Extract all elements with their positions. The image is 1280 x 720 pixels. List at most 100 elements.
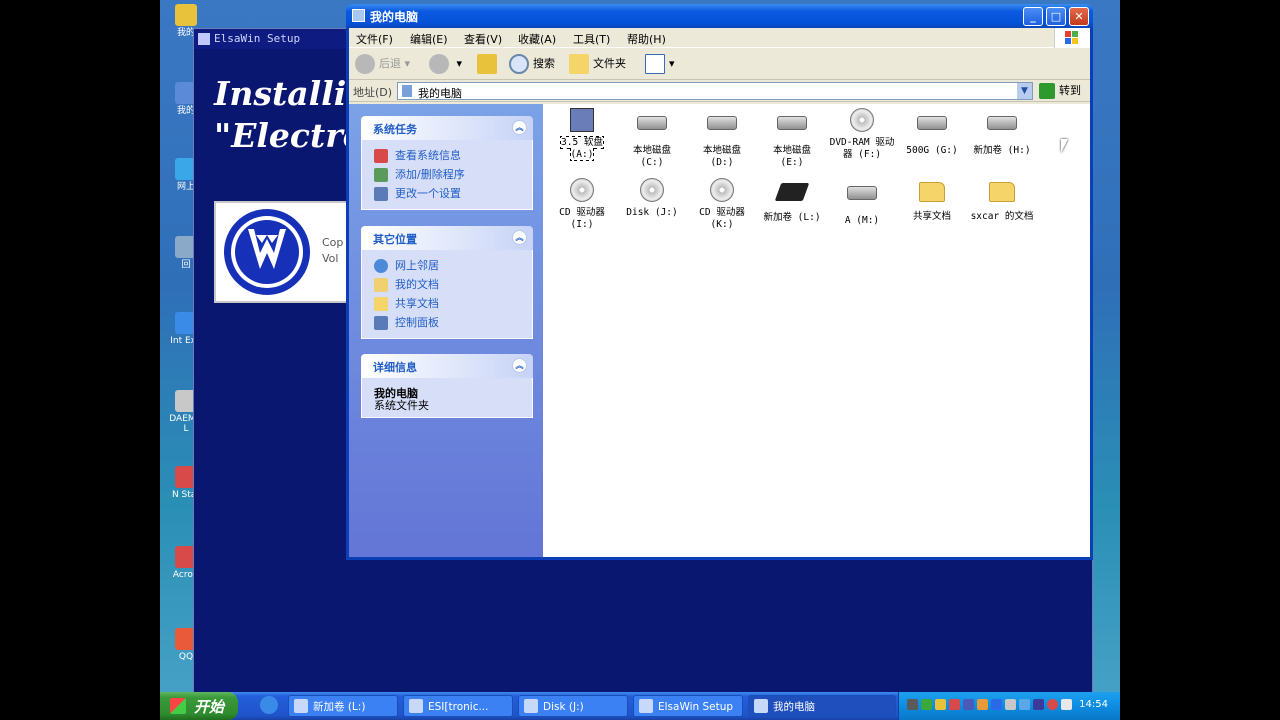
drive-item[interactable]: 3.5 软盘 (A:) [549, 108, 615, 161]
go-button[interactable]: 转到 [1039, 82, 1081, 100]
control-panel-link[interactable]: 控制面板 [374, 313, 532, 332]
explorer-titlebar[interactable]: 我的电脑 _ □ ✕ [346, 4, 1093, 28]
system-tasks-header[interactable]: 系统任务 ︽ [361, 116, 533, 140]
ie-quicklaunch-icon[interactable] [260, 696, 278, 714]
volume-icon[interactable] [1061, 699, 1072, 710]
taskbar-button[interactable]: 新加卷 (L:) [288, 695, 398, 717]
drive-icon [969, 116, 1035, 142]
drive-item[interactable]: CD 驱动器 (K:) [689, 178, 755, 231]
elsawin-title: ElsaWin Setup [214, 32, 301, 45]
search-button[interactable]: 搜索 [509, 53, 555, 75]
drive-item[interactable]: A (M:) [829, 178, 895, 227]
mouse-cursor [1061, 139, 1068, 153]
collapse-chevron-icon[interactable]: ︽ [512, 358, 527, 373]
menu-view[interactable]: 查看(V) [464, 31, 502, 47]
network-places-link[interactable]: 网上邻居 [374, 256, 532, 275]
drive-item[interactable]: 共享文档 [899, 178, 965, 223]
details-header[interactable]: 详细信息 ︽ [361, 354, 533, 378]
drive-label: 3.5 软盘 (A:) [560, 136, 604, 161]
link-label: 控制面板 [395, 316, 439, 329]
drive-item[interactable]: 本地磁盘 (D:) [689, 108, 755, 169]
computer-icon [352, 9, 365, 22]
desktop-app-icon [175, 4, 197, 26]
network-icon [374, 259, 388, 273]
minimize-button[interactable]: _ [1023, 7, 1043, 26]
taskbar-button[interactable]: 我的电脑 [748, 695, 896, 717]
folders-button[interactable]: 文件夹 [569, 53, 626, 75]
control-panel-icon [374, 316, 388, 330]
drive-label: A (M:) [844, 215, 880, 226]
forward-arrow-icon [429, 54, 449, 74]
maximize-button[interactable]: □ [1046, 7, 1066, 26]
toolbar: 后退 ▾ ▾ 搜索 文件夹 ▾ [349, 48, 1090, 80]
collapse-chevron-icon[interactable]: ︽ [512, 230, 527, 245]
drive-item[interactable]: 新加卷 (L:) [759, 178, 825, 224]
add-remove-icon [374, 168, 388, 182]
cd-icon [689, 178, 755, 204]
go-label: 转到 [1059, 84, 1081, 97]
drive-item[interactable]: Disk (J:) [619, 178, 685, 219]
drive-label: 新加卷 (L:) [763, 212, 821, 223]
drive-label: CD 驱动器 (K:) [699, 207, 745, 230]
drive-item[interactable]: 本地磁盘 (E:) [759, 108, 825, 169]
drive-item[interactable]: DVD-RAM 驱动器 (F:) [829, 108, 895, 161]
menu-help[interactable]: 帮助(H) [627, 31, 666, 47]
shared-documents-link[interactable]: 共享文档 [374, 294, 532, 313]
taskbar-button[interactable]: Disk (J:) [518, 695, 628, 717]
close-button[interactable]: ✕ [1069, 7, 1089, 26]
back-button[interactable]: 后退 ▾ [355, 53, 410, 75]
drive-item[interactable]: CD 驱动器 (I:) [549, 178, 615, 231]
drive-label: DVD-RAM 驱动器 (F:) [829, 137, 895, 160]
collapse-chevron-icon[interactable]: ︽ [512, 120, 527, 135]
explorer-window[interactable]: 我的电脑 _ □ ✕ 文件(F) 编辑(E) 查看(V) 收藏(A) 工具(T)… [346, 4, 1093, 560]
tray-icon[interactable] [1005, 699, 1016, 710]
clock[interactable]: 14:54 [1079, 699, 1108, 710]
taskbar-label: ElsaWin Setup [658, 701, 734, 713]
menu-favorites[interactable]: 收藏(A) [518, 31, 556, 47]
taskbar: 开始 新加卷 (L:) ESI[tronic... Disk (J:) ElsaWin… [160, 692, 1120, 720]
folder-icon [969, 182, 1035, 208]
other-places-header[interactable]: 其它位置 ︽ [361, 226, 533, 250]
tray-icon[interactable] [1033, 699, 1044, 710]
panel-title: 其它位置 [373, 233, 417, 246]
menu-tools[interactable]: 工具(T) [573, 31, 610, 47]
menu-edit[interactable]: 编辑(E) [410, 31, 448, 47]
taskbar-button[interactable]: ElsaWin Setup [633, 695, 743, 717]
menu-file[interactable]: 文件(F) [356, 31, 393, 47]
windows-flag-icon [170, 698, 186, 714]
taskbar-button[interactable]: ESI[tronic... [403, 695, 513, 717]
forward-button[interactable]: ▾ [429, 53, 462, 75]
drive-item[interactable]: 500G (G:) [899, 108, 965, 157]
my-documents-link[interactable]: 我的文档 [374, 275, 532, 294]
dvd-icon [829, 108, 895, 134]
chevron-down-icon[interactable]: ▼ [1017, 83, 1032, 99]
tray-icon[interactable] [1047, 699, 1058, 710]
start-button[interactable]: 开始 [160, 692, 238, 720]
back-label: 后退 [379, 57, 401, 70]
drive-label: 500G (G:) [906, 145, 958, 156]
address-input[interactable]: 我的电脑 ▼ [397, 82, 1033, 100]
app-icon [198, 33, 210, 45]
tray-icon[interactable] [963, 699, 974, 710]
up-folder-button[interactable] [477, 53, 501, 75]
documents-icon [374, 278, 388, 292]
tray-icon[interactable] [921, 699, 932, 710]
drive-item[interactable]: 本地磁盘 (C:) [619, 108, 685, 169]
tray-icon[interactable] [977, 699, 988, 710]
tray-icon[interactable] [935, 699, 946, 710]
tray-icon[interactable] [949, 699, 960, 710]
tray-icon[interactable] [1019, 699, 1030, 710]
add-remove-programs-link[interactable]: 添加/删除程序 [374, 165, 532, 184]
tray-icon[interactable] [991, 699, 1002, 710]
tray-icon[interactable] [907, 699, 918, 710]
system-info-icon [374, 149, 388, 163]
drive-item[interactable]: 新加卷 (H:) [969, 108, 1035, 157]
change-setting-link[interactable]: 更改一个设置 [374, 184, 532, 203]
details-panel: 详细信息 ︽ 我的电脑 系统文件夹 [361, 354, 533, 418]
views-button[interactable]: ▾ [645, 53, 675, 75]
drive-item[interactable]: sxcar 的文档 [969, 178, 1035, 223]
drive-label: 本地磁盘 (E:) [772, 145, 811, 168]
cd-icon [549, 178, 615, 204]
address-value: 我的电脑 [418, 87, 462, 100]
view-system-info-link[interactable]: 查看系统信息 [374, 146, 532, 165]
